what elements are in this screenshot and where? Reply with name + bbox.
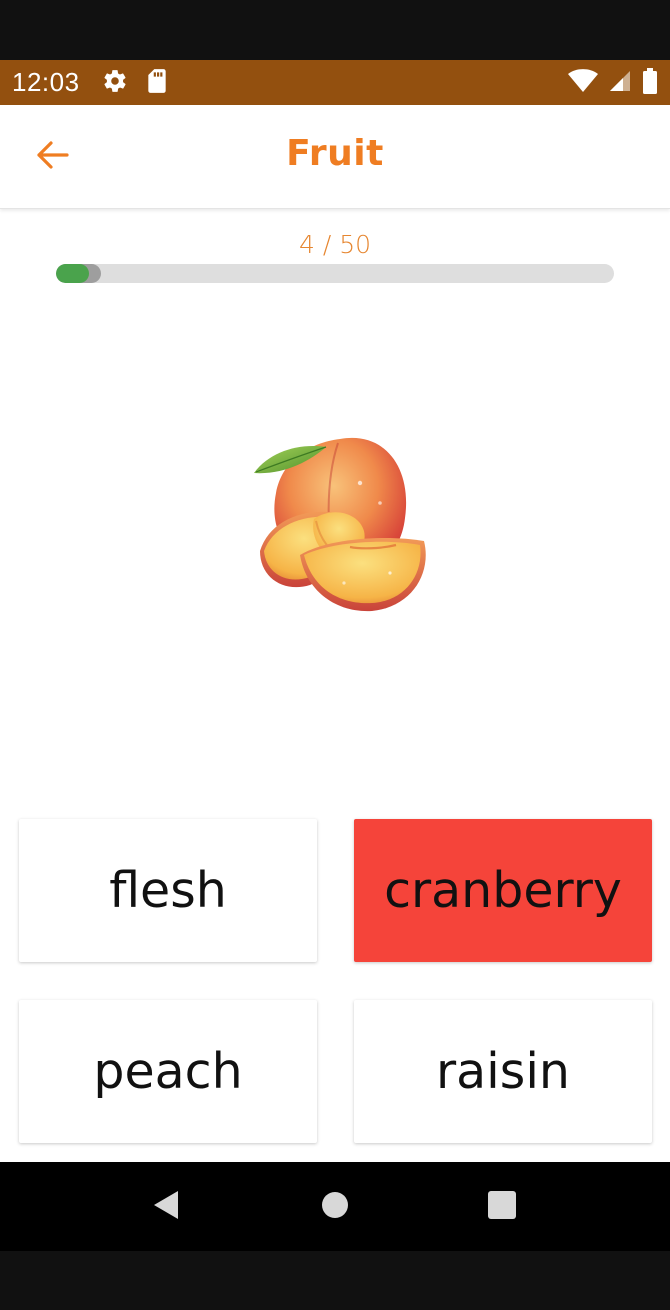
bottom-strip — [0, 1251, 670, 1310]
home-circle-icon — [321, 1191, 349, 1223]
nav-back-button[interactable] — [148, 1190, 184, 1224]
signal-icon — [608, 69, 632, 97]
answer-option-label: cranberry — [384, 862, 622, 919]
system-nav-bar — [0, 1162, 670, 1251]
app-content: Fruit 4 / 50 flesh cranberry peach raisi… — [0, 105, 670, 1162]
answer-option-cranberry[interactable]: cranberry — [354, 819, 652, 962]
screen: 12:03 Fruit 4 / 50 flesh cranberry peach… — [0, 0, 670, 1310]
sd-card-icon — [146, 68, 168, 98]
status-icons-right — [568, 67, 658, 98]
peach-image — [240, 423, 440, 613]
back-triangle-icon — [151, 1189, 181, 1225]
progress-fill — [56, 264, 90, 283]
answer-option-peach[interactable]: peach — [19, 1000, 317, 1143]
answer-option-label: flesh — [109, 862, 227, 919]
progress-bar — [56, 264, 614, 283]
answer-option-raisin[interactable]: raisin — [354, 1000, 652, 1143]
answer-option-flesh[interactable]: flesh — [19, 819, 317, 962]
progress-count: 4 / 50 — [298, 230, 372, 259]
battery-icon — [642, 67, 658, 98]
app-bar: Fruit — [0, 105, 670, 209]
nav-recents-button[interactable] — [484, 1190, 520, 1224]
answer-option-label: peach — [93, 1043, 243, 1100]
status-time: 12:03 — [12, 67, 80, 97]
answer-option-label: raisin — [436, 1043, 570, 1100]
nav-home-button[interactable] — [317, 1190, 353, 1224]
status-bar: 12:03 — [0, 60, 670, 105]
recents-square-icon — [488, 1191, 516, 1223]
wifi-icon — [568, 68, 598, 97]
status-icons-left — [102, 68, 168, 98]
settings-icon — [102, 68, 128, 98]
page-title: Fruit — [286, 133, 384, 174]
